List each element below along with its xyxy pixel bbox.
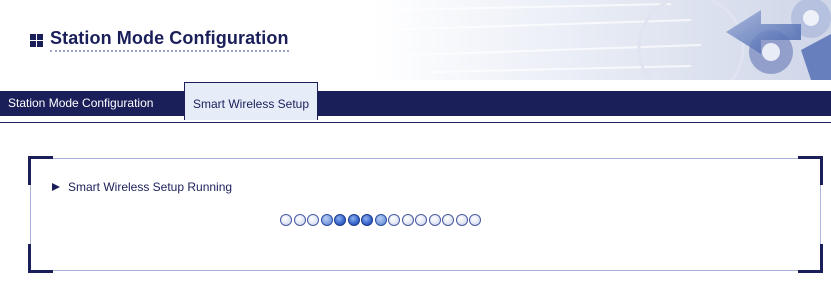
grid-icon xyxy=(30,33,43,47)
status-row: Smart Wireless Setup Running xyxy=(52,180,232,194)
progress-dot xyxy=(347,214,360,226)
frame-corner xyxy=(28,156,53,185)
page-title: Station Mode Configuration xyxy=(30,28,289,52)
tab-divider xyxy=(0,122,831,123)
tab-smart-wireless-setup[interactable]: Smart Wireless Setup xyxy=(184,82,319,120)
progress-dot xyxy=(401,214,414,226)
progress-dot xyxy=(428,214,441,226)
frame-corner xyxy=(798,244,823,273)
frame-corner xyxy=(28,244,53,273)
progress-dot xyxy=(455,214,468,226)
frame-border xyxy=(30,270,821,271)
frame-border xyxy=(30,158,821,159)
progress-dot xyxy=(442,214,454,226)
progress-indicator xyxy=(280,214,483,226)
tab-bar: Station Mode Configuration Smart Wireles… xyxy=(0,82,831,120)
progress-dot xyxy=(307,214,319,226)
page-header: Station Mode Configuration xyxy=(0,0,831,80)
banner-art-image xyxy=(371,0,831,80)
progress-dot xyxy=(415,214,427,226)
arrow-right-icon xyxy=(52,183,60,191)
progress-dot xyxy=(320,214,333,226)
progress-dot xyxy=(469,214,481,226)
progress-dot xyxy=(361,214,373,226)
progress-dot xyxy=(334,214,346,226)
page-title-text: Station Mode Configuration xyxy=(50,28,289,52)
progress-dot xyxy=(280,214,292,226)
status-frame: Smart Wireless Setup Running xyxy=(28,156,823,273)
status-text: Smart Wireless Setup Running xyxy=(68,180,233,194)
progress-dot xyxy=(293,214,306,226)
frame-corner xyxy=(798,156,823,185)
progress-dot xyxy=(388,214,400,226)
progress-dot xyxy=(374,214,387,226)
tab-station-mode-configuration[interactable]: Station Mode Configuration xyxy=(0,91,161,116)
